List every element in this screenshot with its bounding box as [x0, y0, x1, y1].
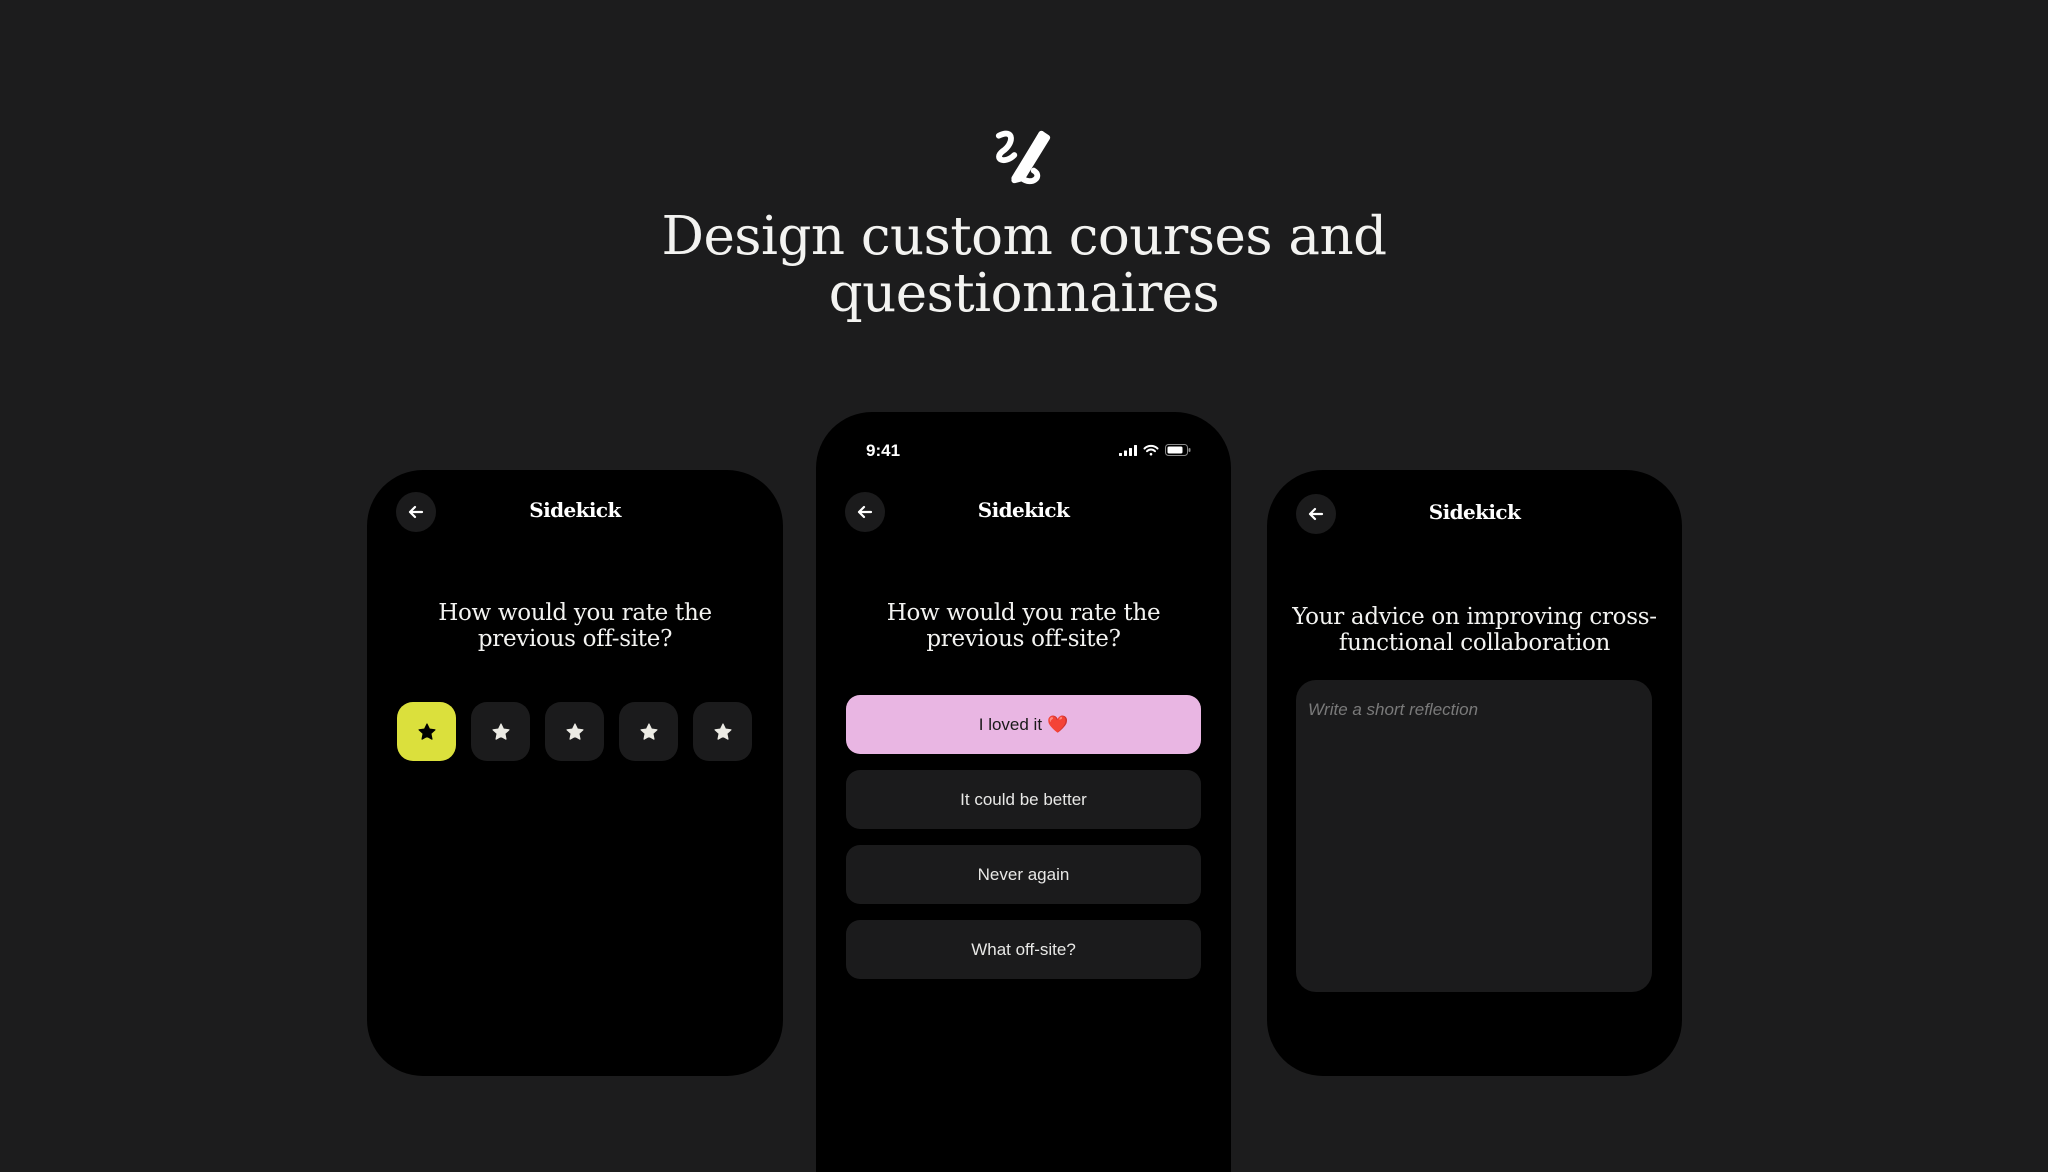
app-header: Sidekick	[1267, 494, 1682, 534]
pen-swirl-icon	[995, 130, 1051, 185]
star-icon	[565, 722, 584, 740]
phone-reflection: Sidekick Your advice on improving cross-…	[1267, 470, 1682, 1076]
heart-emoji: ❤️	[1047, 714, 1069, 734]
option-what-off-site[interactable]: What off-site?	[846, 920, 1201, 979]
status-time: 9:41	[866, 441, 901, 460]
battery-icon	[1165, 444, 1191, 456]
question-text: How would you rate the previous off-site…	[438, 600, 712, 652]
answer-options: I loved it ❤️ It could be better Never a…	[846, 695, 1201, 979]
app-title: Sidekick	[529, 498, 621, 522]
option-label: Never again	[977, 864, 1070, 884]
star-icon	[639, 722, 658, 740]
star-icon	[491, 722, 510, 740]
option-label: I loved it	[978, 714, 1043, 734]
reflection-placeholder: Write a short reflection	[1308, 700, 1479, 719]
rating-star-1[interactable]	[397, 702, 456, 761]
question-text: Your advice on improving cross-functiona…	[1292, 604, 1657, 656]
rating-star-5[interactable]	[693, 702, 752, 761]
rating-star-4[interactable]	[619, 702, 678, 761]
phone-multiple-choice: 9:41 Sidekick How would you rate the pre…	[816, 412, 1231, 1172]
option-label: It could be better	[960, 789, 1087, 809]
option-label: What off-site?	[971, 939, 1076, 959]
option-loved-it[interactable]: I loved it ❤️	[846, 695, 1201, 754]
rating-star-2[interactable]	[471, 702, 530, 761]
star-icon	[713, 722, 732, 740]
rating-star-3[interactable]	[545, 702, 604, 761]
status-icons	[1119, 444, 1191, 456]
app-title: Sidekick	[977, 498, 1070, 522]
page-headline: Design custom courses and questionnaires	[661, 206, 1387, 324]
reflection-input[interactable]: Write a short reflection	[1296, 680, 1652, 992]
phone-rating: Sidekick How would you rate the previous…	[367, 470, 783, 1076]
star-rating	[397, 702, 752, 761]
signal-icon	[1119, 444, 1137, 456]
app-title: Sidekick	[1428, 500, 1521, 524]
wifi-icon	[1143, 444, 1159, 456]
status-bar: 9:41	[816, 412, 1231, 482]
option-could-be-better[interactable]: It could be better	[846, 770, 1201, 829]
option-never-again[interactable]: Never again	[846, 845, 1201, 904]
star-icon	[417, 722, 436, 740]
app-header: Sidekick	[367, 492, 783, 532]
app-header: Sidekick	[816, 492, 1231, 532]
question-text: How would you rate the previous off-site…	[886, 600, 1161, 652]
